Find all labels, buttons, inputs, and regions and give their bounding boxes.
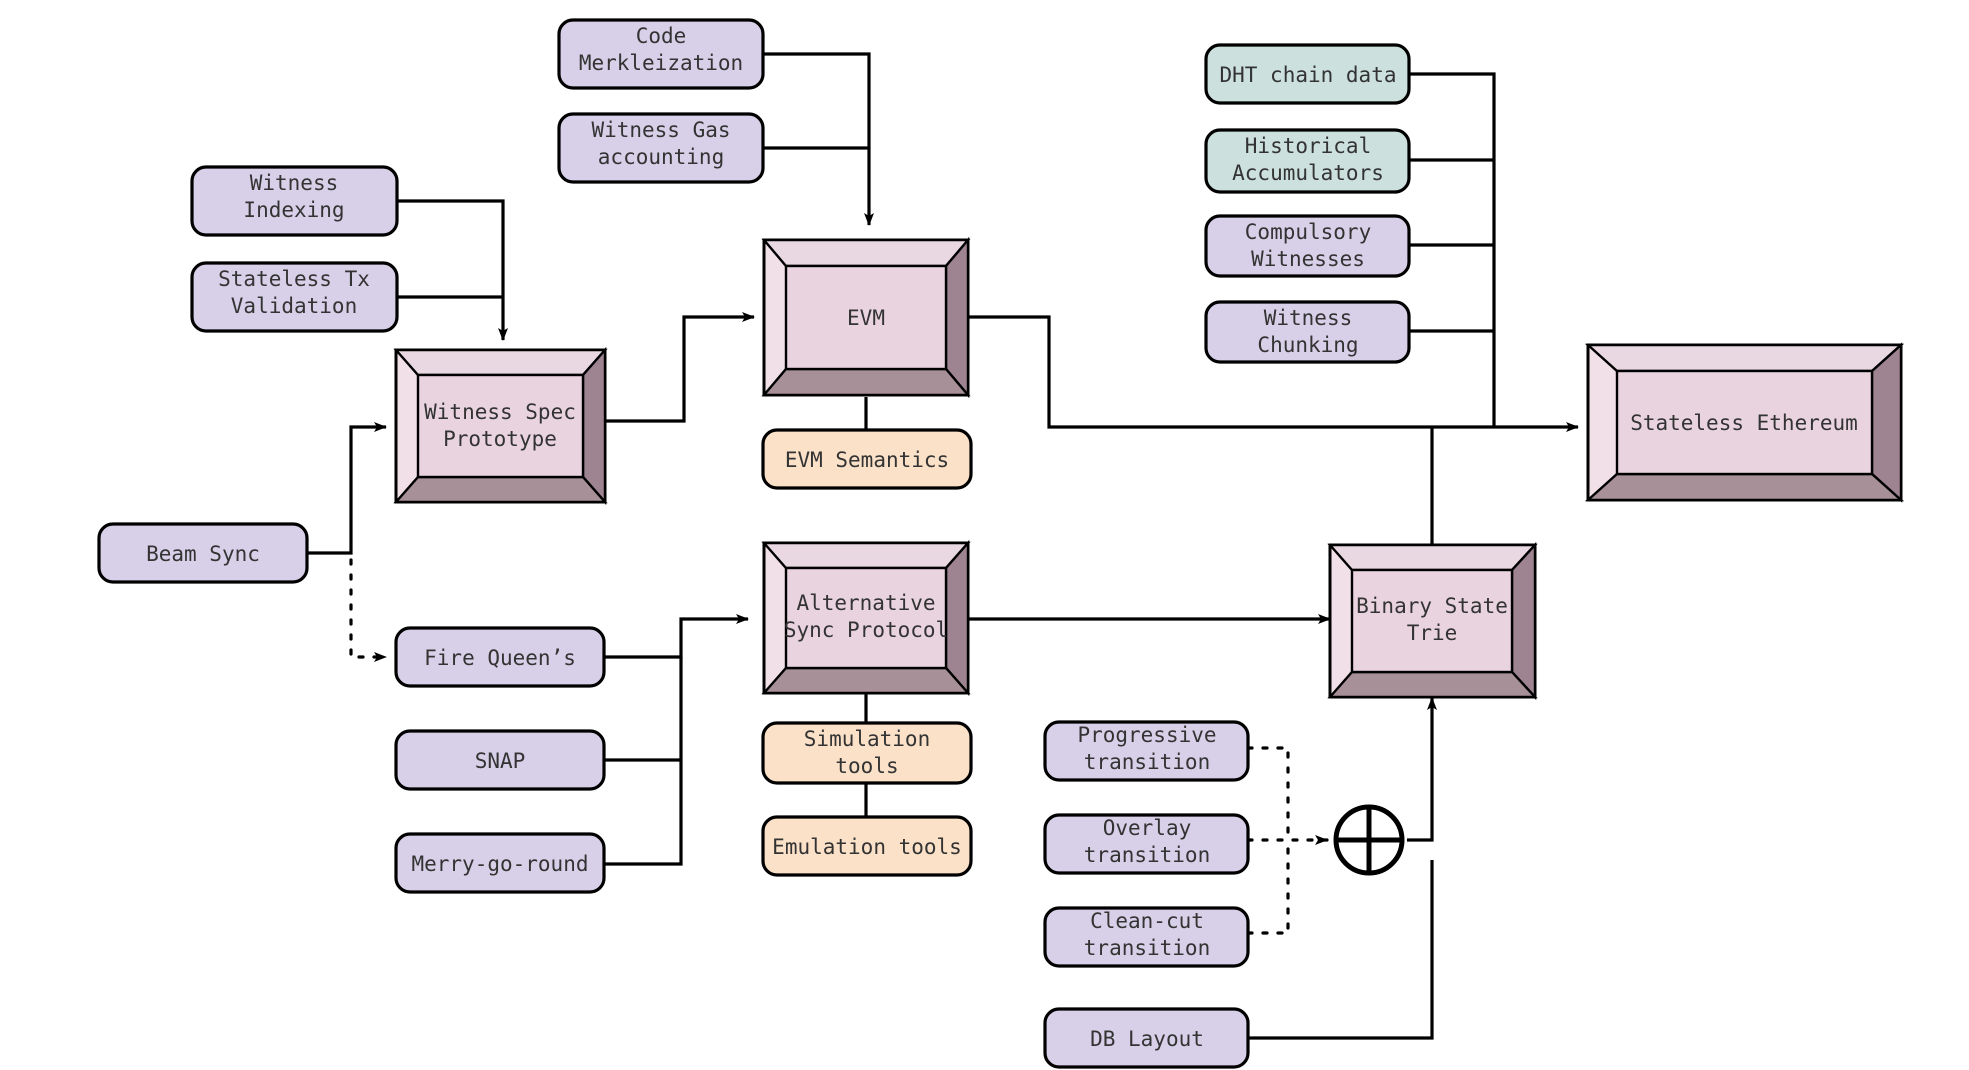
node-code-merkleization[interactable]: Code Merkleization (557, 18, 765, 90)
edge-cleancut-to-xor (1246, 838, 1290, 935)
node-witness-indexing[interactable]: Witness Indexing (190, 165, 399, 237)
node-label: Merkleization (579, 51, 743, 75)
node-stateless-tx-validation[interactable]: Stateless Tx Validation (190, 261, 399, 333)
node-label: Binary State (1356, 594, 1508, 618)
node-label: accounting (598, 145, 724, 169)
node-label: Chunking (1257, 333, 1358, 357)
node-evm-semantics[interactable]: EVM Semantics (761, 428, 973, 490)
flowchart-svg: Code Merkleization Witness Gas accountin… (97, 18, 1905, 1069)
node-label: tools (835, 754, 898, 778)
node-emulation-tools[interactable]: Emulation tools (761, 815, 973, 877)
edge-xor-to-binary-trie (1407, 697, 1437, 842)
diagram-canvas: Code Merkleization Witness Gas accountin… (0, 0, 1969, 1070)
node-label: Compulsory (1245, 220, 1371, 244)
node-fire-queens[interactable]: Fire Queen’s (394, 626, 606, 688)
node-label: Trie (1407, 621, 1458, 645)
node-label: Code (636, 24, 687, 48)
edge-db-layout-to-binary-trie (1248, 860, 1434, 1040)
node-beam-sync[interactable]: Beam Sync (97, 522, 309, 584)
edge-code-merkleization-to-evm (763, 52, 874, 226)
node-label: Simulation (804, 727, 930, 751)
node-label: Indexing (243, 198, 344, 222)
node-compulsory-witnesses[interactable]: Compulsory Witnesses (1204, 214, 1411, 278)
node-label: SNAP (475, 749, 526, 773)
node-label: Alternative (796, 591, 935, 615)
node-label: Merry-go-round (411, 852, 588, 876)
edge-dht-to-bus (1409, 72, 1496, 427)
node-evm[interactable]: EVM (761, 236, 971, 399)
node-witness-gas-accounting[interactable]: Witness Gas accounting (557, 112, 765, 184)
node-merry-go-round[interactable]: Merry-go-round (394, 832, 606, 894)
edge-fire-queens-to-altsync (600, 614, 749, 659)
node-snap[interactable]: SNAP (394, 729, 606, 791)
node-historical-accumulators[interactable]: Historical Accumulators (1204, 128, 1411, 194)
node-progressive-transition[interactable]: Progressive transition (1043, 720, 1250, 782)
node-clean-cut-transition[interactable]: Clean-cut transition (1043, 906, 1250, 968)
node-label: Stateless Ethereum (1630, 411, 1858, 435)
node-overlay-transition[interactable]: Overlay transition (1043, 813, 1250, 875)
node-label: transition (1084, 750, 1210, 774)
node-label: Historical (1245, 134, 1371, 158)
node-label: Prototype (443, 427, 557, 451)
node-label: Sync Protocol (784, 618, 948, 642)
node-label: Overlay (1103, 816, 1192, 840)
node-label: Witness (250, 171, 339, 195)
edge-witness-indexing-to-spec (397, 199, 508, 341)
edge-spec-to-evm (605, 312, 755, 423)
edge-beam-sync-to-spec (307, 422, 387, 555)
node-xor-junction[interactable] (1333, 804, 1405, 876)
node-label: Validation (231, 294, 357, 318)
node-label: Witness Gas (591, 118, 730, 142)
node-label: EVM Semantics (785, 448, 949, 472)
node-label: DHT chain data (1219, 63, 1396, 87)
node-label: Witness Spec (424, 400, 576, 424)
node-label: Clean-cut (1090, 909, 1204, 933)
node-label: Emulation tools (772, 835, 962, 859)
node-stateless-ethereum[interactable]: Stateless Ethereum (1584, 342, 1905, 503)
node-label: DB Layout (1090, 1027, 1204, 1051)
node-label: Accumulators (1232, 161, 1384, 185)
node-label: EVM (847, 306, 885, 330)
node-label: Fire Queen’s (424, 646, 576, 670)
edge-progressive-to-xor (1246, 746, 1290, 842)
node-label: Stateless Tx (218, 267, 370, 291)
node-label: transition (1084, 843, 1210, 867)
node-witness-chunking[interactable]: Witness Chunking (1204, 300, 1411, 364)
node-witness-spec-prototype[interactable]: Witness Spec Prototype (393, 346, 608, 506)
node-label: Witnesses (1251, 247, 1365, 271)
edge-beam-sync-to-fire-queens (349, 558, 388, 662)
node-db-layout[interactable]: DB Layout (1043, 1007, 1250, 1069)
node-label: transition (1084, 936, 1210, 960)
node-label: Progressive (1077, 723, 1216, 747)
node-label: Beam Sync (146, 542, 260, 566)
node-binary-state-trie[interactable]: Binary State Trie (1327, 541, 1538, 701)
node-label: Witness (1264, 306, 1353, 330)
node-alternative-sync-protocol[interactable]: Alternative Sync Protocol (761, 539, 971, 697)
node-dht-chain-data[interactable]: DHT chain data (1204, 43, 1411, 105)
node-simulation-tools[interactable]: Simulation tools (761, 721, 973, 785)
